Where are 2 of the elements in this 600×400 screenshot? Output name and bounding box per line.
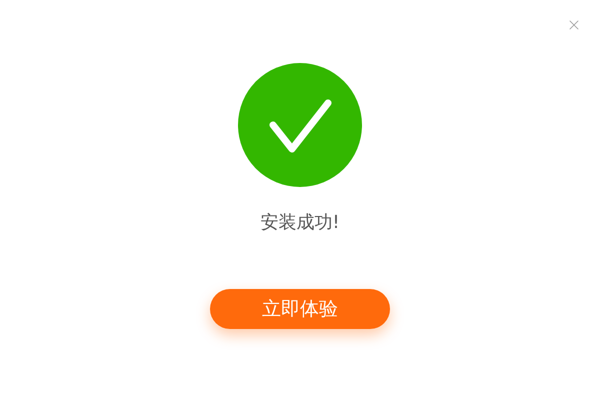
- status-message: 安装成功!: [260, 211, 340, 235]
- start-button[interactable]: 立即体验: [210, 289, 390, 329]
